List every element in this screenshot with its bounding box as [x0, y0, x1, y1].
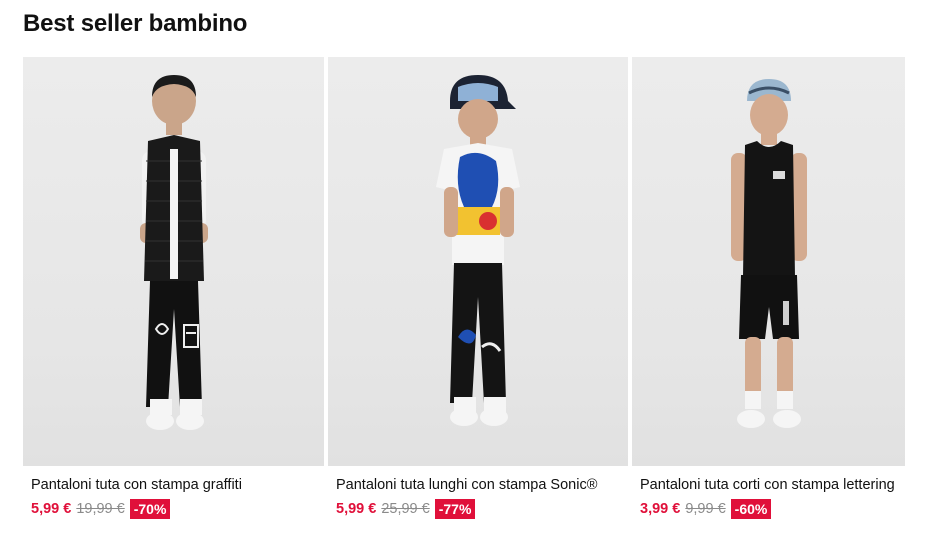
product-card-graffiti[interactable]: Pantaloni tuta con stampa graffiti 5,99 … [23, 57, 324, 519]
child-in-tank-top-illustration [730, 79, 807, 428]
child-in-vest-illustration [139, 75, 208, 430]
price-row: 5,99 € 25,99 € -77% [336, 499, 628, 519]
product-image[interactable] [328, 57, 628, 466]
product-name[interactable]: Pantaloni tuta con stampa graffiti [31, 477, 324, 493]
product-card-lettering[interactable]: Pantaloni tuta corti con stampa letterin… [632, 57, 905, 519]
product-name[interactable]: Pantaloni tuta lunghi con stampa Sonic® [336, 477, 628, 493]
product-image[interactable] [23, 57, 324, 466]
product-image[interactable] [632, 57, 905, 466]
current-price: 5,99 € [336, 501, 377, 517]
original-price: 19,99 € [76, 501, 125, 517]
product-name[interactable]: Pantaloni tuta corti con stampa letterin… [640, 477, 905, 493]
discount-badge: -70% [129, 499, 171, 519]
product-grid: Pantaloni tuta con stampa graffiti 5,99 … [23, 57, 905, 519]
discount-badge: -77% [434, 499, 476, 519]
section-title: Best seller bambino [23, 10, 248, 37]
discount-badge: -60% [730, 499, 772, 519]
current-price: 3,99 € [640, 501, 681, 517]
product-card-sonic[interactable]: Pantaloni tuta lunghi con stampa Sonic® … [328, 57, 628, 519]
current-price: 5,99 € [31, 501, 72, 517]
original-price: 9,99 € [685, 501, 726, 517]
original-price: 25,99 € [381, 501, 430, 517]
price-row: 5,99 € 19,99 € -70% [31, 499, 324, 519]
child-in-sonic-tshirt-illustration [436, 75, 520, 426]
price-row: 3,99 € 9,99 € -60% [640, 499, 905, 519]
